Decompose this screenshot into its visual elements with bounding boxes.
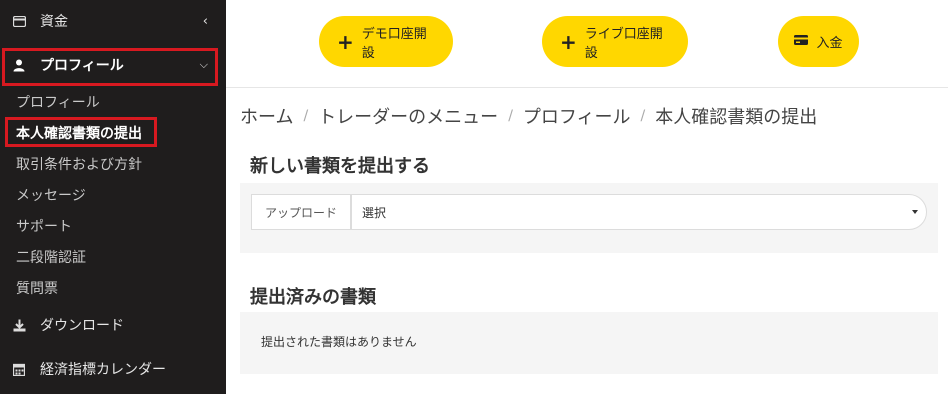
sidebar-subitem-messages[interactable]: メッセージ	[16, 185, 86, 205]
sidebar-subitem-profile[interactable]: プロフィール	[16, 92, 100, 112]
sidebar-item-label: 経済指標カレンダー	[40, 362, 166, 378]
sidebar-subitem-questionnaire[interactable]: 質問票	[16, 278, 58, 298]
select-value: 選択	[362, 205, 387, 220]
sidebar-subitem-two-factor[interactable]: 二段階認証	[16, 247, 86, 267]
plus-icon: +	[560, 29, 577, 54]
breadcrumb-profile[interactable]: プロフィール	[523, 103, 631, 129]
sidebar-item-funds[interactable]: 資金 ‹	[0, 10, 226, 32]
button-label: デモ口座開設	[361, 26, 427, 61]
breadcrumb-separator: /	[640, 108, 646, 124]
calendar-icon	[12, 362, 26, 376]
new-documents-heading: 新しい書類を提出する	[250, 156, 430, 177]
upload-label: アップロード	[251, 194, 351, 230]
sidebar-item-label: 資金	[40, 14, 68, 30]
sidebar: 資金 ‹ プロフィール ⌵ プロフィール 本人確認書類の提出 取引条件および方針…	[0, 0, 226, 394]
breadcrumb: ホーム / トレーダーのメニュー / プロフィール / 本人確認書類の提出	[240, 103, 817, 129]
wallet-icon	[12, 14, 26, 28]
button-label: 入金	[816, 36, 843, 51]
highlight-box-identity-docs	[5, 117, 157, 147]
breadcrumb-trader-menu[interactable]: トレーダーのメニュー	[318, 103, 498, 129]
submitted-documents-heading: 提出済みの書類	[250, 287, 376, 308]
sidebar-item-economic-calendar[interactable]: 経済指標カレンダー	[0, 357, 226, 381]
highlight-box-profile	[2, 48, 218, 86]
sidebar-item-download[interactable]: ダウンロード	[0, 313, 226, 337]
credit-card-icon	[794, 34, 809, 49]
open-live-account-button[interactable]: + ライブ口座開設	[542, 16, 688, 67]
deposit-button[interactable]: 入金	[778, 16, 859, 67]
document-type-select[interactable]: 選択	[351, 194, 927, 230]
button-label: ライブ口座開設	[584, 26, 663, 61]
breadcrumb-home[interactable]: ホーム	[240, 103, 293, 129]
breadcrumb-separator: /	[508, 108, 513, 124]
sidebar-item-label: ダウンロード	[40, 318, 124, 334]
download-icon	[12, 318, 26, 332]
sidebar-subitem-trading-terms[interactable]: 取引条件および方針	[16, 154, 142, 174]
plus-icon: +	[337, 29, 354, 54]
empty-state-message: 提出された書類はありません	[261, 335, 417, 349]
chevron-left-icon: ‹	[202, 13, 208, 29]
breadcrumb-current: 本人確認書類の提出	[655, 107, 818, 128]
breadcrumb-separator: /	[303, 108, 309, 124]
caret-down-icon	[912, 210, 918, 214]
sidebar-subitem-support[interactable]: サポート	[16, 216, 72, 236]
open-demo-account-button[interactable]: + デモ口座開設	[319, 16, 453, 67]
